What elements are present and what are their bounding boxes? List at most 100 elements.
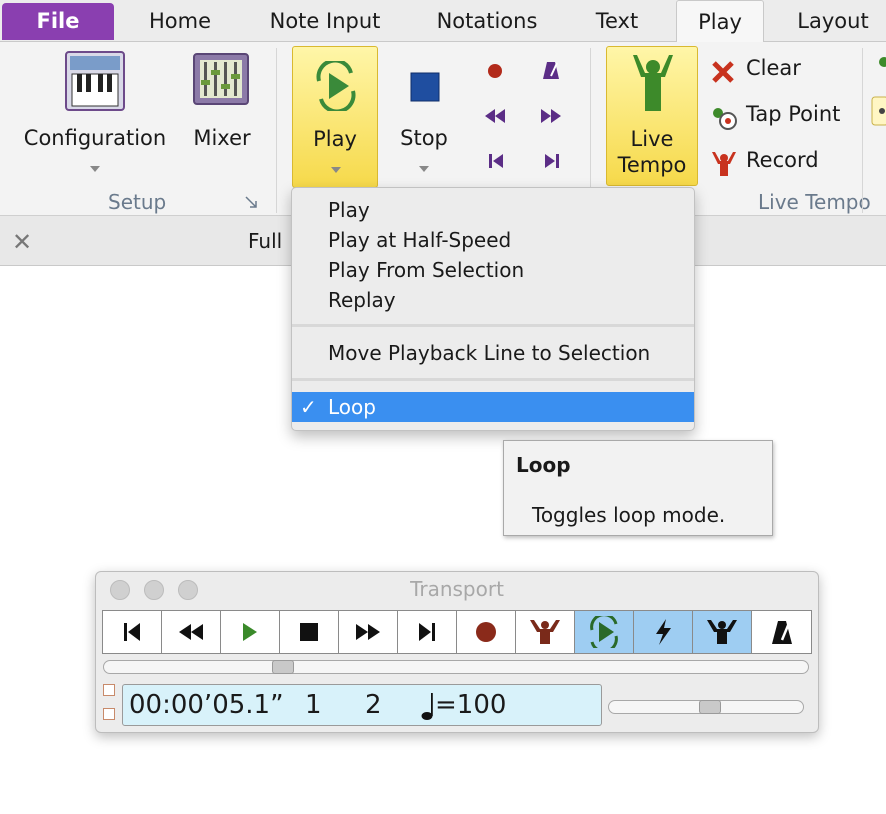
keyboard-config-icon bbox=[65, 51, 125, 111]
go-to-start-icon[interactable] bbox=[488, 152, 504, 170]
menu-item-play[interactable]: Play bbox=[292, 195, 694, 225]
configuration-label: Configuration bbox=[23, 126, 167, 150]
conductor-toggle-button[interactable] bbox=[693, 611, 752, 653]
tab-note-input[interactable]: Note Input bbox=[252, 0, 398, 42]
metronome-button[interactable] bbox=[752, 611, 811, 653]
cropped-ribbon-icon[interactable] bbox=[870, 96, 886, 126]
close-icon[interactable]: ✕ bbox=[12, 228, 32, 256]
lightning-button[interactable] bbox=[634, 611, 693, 653]
tab-play[interactable]: Play bbox=[676, 0, 764, 43]
menu-item-label: Replay bbox=[328, 288, 396, 312]
go-to-start-icon bbox=[124, 623, 140, 641]
document-tab-title[interactable]: Full bbox=[248, 229, 282, 253]
position-slider[interactable] bbox=[103, 660, 809, 674]
stop-icon bbox=[410, 72, 440, 102]
mixer-label: Mixer bbox=[193, 126, 251, 150]
menu-item-label: Loop bbox=[328, 395, 376, 419]
transport-window-title: Transport bbox=[410, 577, 504, 601]
tap-point-icon bbox=[713, 108, 737, 130]
go-to-end-icon[interactable] bbox=[544, 152, 560, 170]
clear-icon bbox=[712, 61, 734, 83]
chevron-down-icon bbox=[331, 167, 341, 173]
stop-label: Stop bbox=[400, 126, 448, 150]
stop-button[interactable] bbox=[280, 611, 339, 653]
live-tempo-label-line1: Live bbox=[630, 127, 674, 151]
mixer-button[interactable]: Mixer bbox=[186, 46, 258, 186]
tooltip-description: Toggles loop mode. bbox=[532, 503, 726, 527]
menu-item-label: Move Playback Line to Selection bbox=[328, 341, 651, 365]
record-button[interactable] bbox=[457, 611, 516, 653]
conductor-icon bbox=[707, 620, 737, 644]
configuration-button[interactable]: Configuration bbox=[18, 46, 172, 186]
menu-item-label: Play From Selection bbox=[328, 258, 525, 282]
menu-item-label: Play bbox=[328, 198, 370, 222]
loop-play-icon bbox=[590, 616, 618, 648]
tempo-slider[interactable] bbox=[608, 700, 804, 714]
play-icon bbox=[243, 623, 257, 641]
metronome-icon bbox=[771, 621, 792, 644]
menu-item-replay[interactable]: Replay bbox=[292, 285, 694, 315]
rewind-icon[interactable] bbox=[484, 108, 506, 124]
live-tempo-record-button[interactable] bbox=[516, 611, 575, 653]
app-window: File Home Note Input Notations Text Play… bbox=[0, 0, 886, 814]
loop-play-icon bbox=[316, 61, 356, 111]
metronome-icon[interactable] bbox=[542, 60, 560, 80]
live-tempo-label-line2: Tempo bbox=[617, 153, 687, 177]
play-button[interactable] bbox=[221, 611, 280, 653]
record-icon bbox=[476, 622, 496, 642]
lightning-icon bbox=[656, 619, 671, 645]
position-slider-thumb[interactable] bbox=[272, 660, 294, 674]
tab-layout[interactable]: Layout bbox=[780, 0, 886, 42]
transport-button-bar bbox=[102, 610, 812, 654]
go-to-end-icon bbox=[419, 623, 435, 641]
time-counter-display: 00:00’05.1” 1 2 =100 bbox=[122, 684, 602, 726]
fast-forward-button[interactable] bbox=[339, 611, 398, 653]
live-tempo-group-label: Live Tempo bbox=[758, 190, 871, 214]
ribbon-tab-bar: File Home Note Input Notations Text Play… bbox=[0, 0, 886, 43]
record-conductor-icon bbox=[712, 152, 736, 176]
tempo-readout: =100 bbox=[435, 690, 507, 720]
menu-item-loop[interactable]: ✓ Loop bbox=[292, 392, 694, 422]
chevron-down-icon bbox=[419, 166, 429, 172]
menu-item-label: Play at Half-Speed bbox=[328, 228, 512, 252]
play-label: Play bbox=[313, 127, 357, 151]
go-to-start-button[interactable] bbox=[103, 611, 162, 653]
rewind-button[interactable] bbox=[162, 611, 221, 653]
record-label: Record bbox=[746, 148, 819, 172]
record-icon[interactable] bbox=[486, 62, 504, 80]
checkmark-icon: ✓ bbox=[300, 395, 317, 419]
loop-toggle-button[interactable] bbox=[575, 611, 634, 653]
fast-forward-icon[interactable] bbox=[540, 108, 562, 124]
setup-group-label: Setup bbox=[108, 190, 167, 214]
tooltip-title: Loop bbox=[516, 453, 571, 477]
menu-separator bbox=[292, 378, 694, 381]
bar-readout: 1 bbox=[305, 690, 322, 720]
live-tempo-conductor-icon bbox=[530, 620, 560, 644]
menu-separator bbox=[292, 324, 694, 327]
beat-readout: 2 bbox=[365, 690, 382, 720]
rewind-icon bbox=[179, 624, 203, 640]
cropped-ribbon-icon[interactable] bbox=[874, 56, 886, 76]
group-divider bbox=[862, 48, 863, 213]
dialog-launcher-icon[interactable] bbox=[244, 195, 258, 209]
tooltip: Loop Toggles loop mode. bbox=[503, 440, 773, 536]
tab-notations[interactable]: Notations bbox=[420, 0, 554, 42]
indicator-box bbox=[103, 684, 115, 696]
go-to-end-button[interactable] bbox=[398, 611, 457, 653]
group-divider bbox=[276, 48, 277, 213]
tab-file[interactable]: File bbox=[2, 3, 114, 40]
clear-label: Clear bbox=[746, 56, 801, 80]
menu-item-move-playback-line[interactable]: Move Playback Line to Selection bbox=[292, 338, 694, 368]
tab-home[interactable]: Home bbox=[128, 0, 232, 42]
quarter-note-icon bbox=[421, 693, 433, 720]
tempo-slider-thumb[interactable] bbox=[699, 700, 721, 714]
menu-item-play-from-selection[interactable]: Play From Selection bbox=[292, 255, 694, 285]
live-tempo-button[interactable]: Live Tempo bbox=[606, 46, 698, 186]
transport-window: Transport 00:00’05.1” 1 2 =100 bbox=[95, 571, 819, 733]
play-split-button[interactable]: Play bbox=[292, 46, 378, 188]
indicator-box bbox=[103, 708, 115, 720]
play-dropdown-menu: Play Play at Half-Speed Play From Select… bbox=[291, 187, 695, 431]
tab-text[interactable]: Text bbox=[574, 0, 660, 42]
menu-item-play-half-speed[interactable]: Play at Half-Speed bbox=[292, 225, 694, 255]
stop-button[interactable]: Stop bbox=[394, 46, 454, 186]
